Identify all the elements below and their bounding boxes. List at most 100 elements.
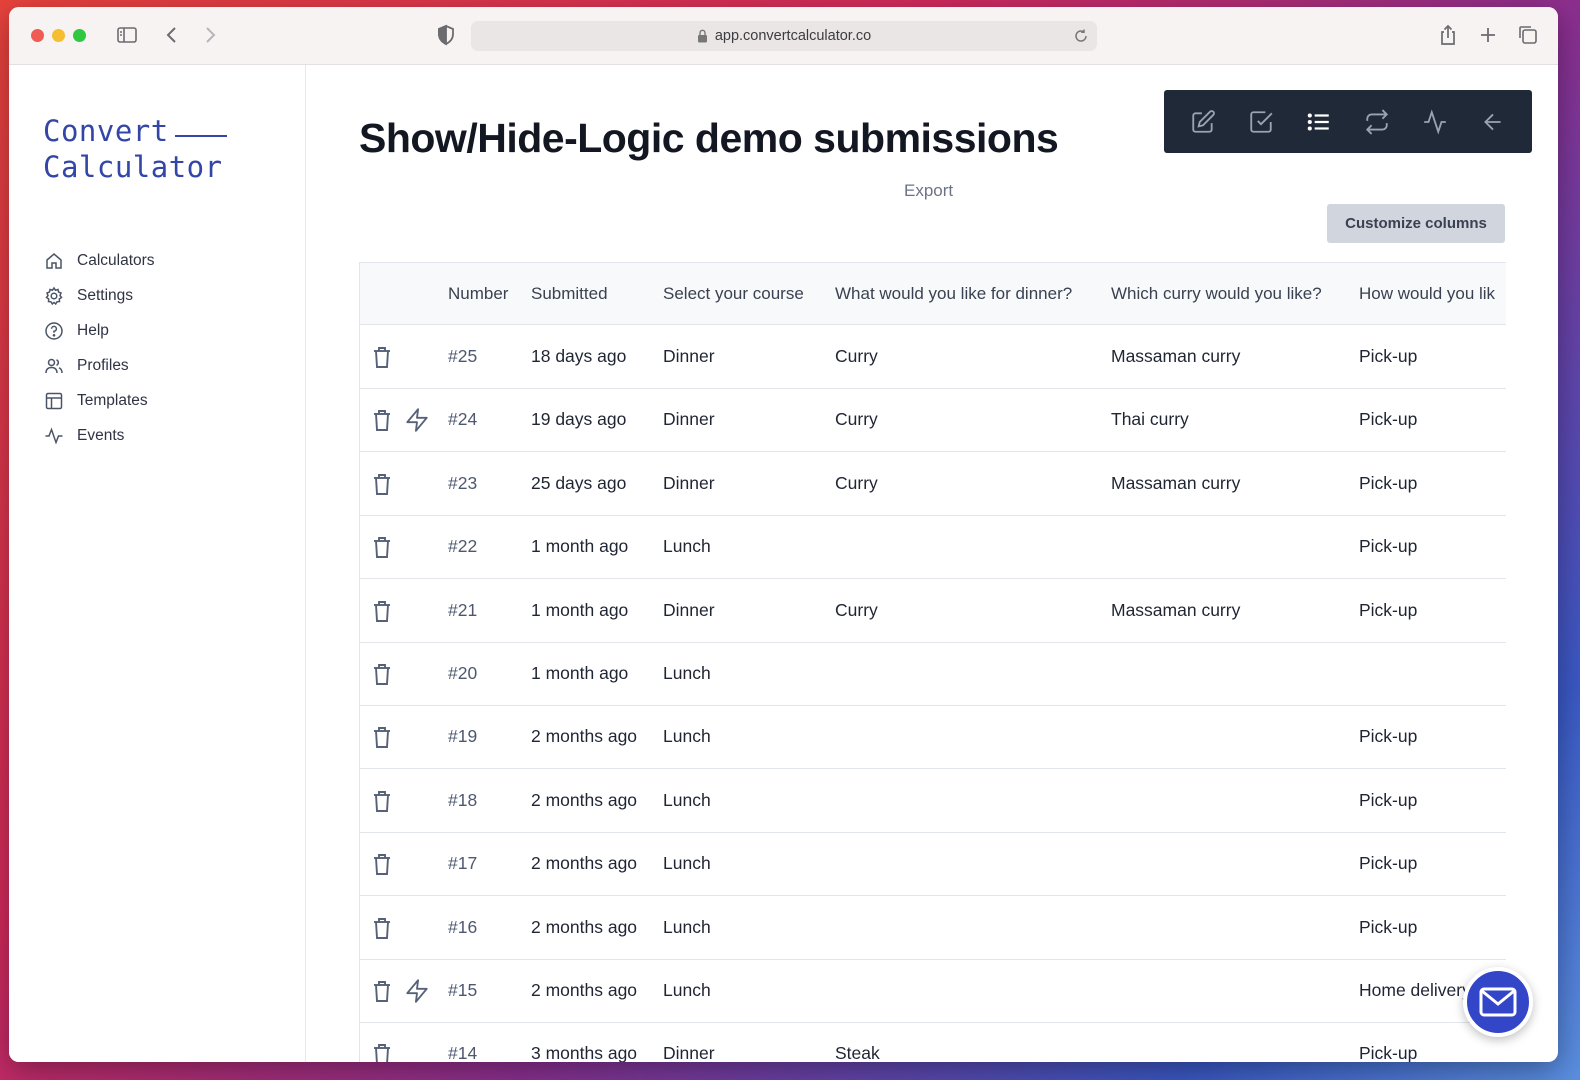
- submissions-table: Number Submitted Select your course What…: [359, 262, 1506, 1062]
- table-row[interactable]: #22 1 month ago Lunch Pick-up: [360, 515, 1506, 580]
- table-header: Number Submitted Select your course What…: [360, 263, 1506, 325]
- cell-dinner: Curry: [835, 409, 878, 430]
- sidebar-item-label: Help: [77, 321, 109, 339]
- trash-icon[interactable]: [370, 1041, 394, 1062]
- trash-icon[interactable]: [370, 534, 394, 565]
- column-header-delivery[interactable]: How would you lik: [1359, 284, 1495, 304]
- cell-curry: Massaman curry: [1111, 472, 1241, 493]
- cell-submitted: 25 days ago: [531, 472, 627, 493]
- new-tab-icon[interactable]: [1477, 23, 1499, 52]
- lightning-icon[interactable]: [404, 407, 430, 438]
- maximize-window-button[interactable]: [73, 29, 86, 42]
- sidebar-item-events[interactable]: Events: [43, 418, 155, 453]
- edit-icon[interactable]: [1186, 105, 1220, 139]
- lock-icon: [697, 29, 708, 43]
- sidebar-item-label: Calculators: [77, 251, 155, 269]
- forward-arrow-icon[interactable]: [199, 23, 221, 52]
- activity-icon[interactable]: [1418, 105, 1452, 139]
- sidebar-item-label: Settings: [77, 286, 134, 304]
- lightning-icon[interactable]: [404, 978, 430, 1009]
- export-link[interactable]: Export: [904, 181, 953, 201]
- layout-icon: [43, 390, 65, 412]
- column-header-submitted[interactable]: Submitted: [531, 284, 608, 304]
- repeat-icon[interactable]: [1360, 105, 1394, 139]
- app-logo[interactable]: Convert Calculator: [43, 113, 227, 185]
- arrow-left-icon[interactable]: [1476, 105, 1510, 139]
- cell-submitted: 19 days ago: [531, 409, 627, 430]
- column-header-number[interactable]: Number: [448, 284, 508, 304]
- cell-number: #23: [448, 472, 478, 493]
- sidebar-item-settings[interactable]: Settings: [43, 278, 155, 313]
- cell-course: Lunch: [663, 916, 711, 937]
- shield-icon[interactable]: [435, 23, 457, 52]
- table-row[interactable]: #25 18 days ago Dinner Curry Massaman curry P…: [360, 325, 1506, 389]
- table-row[interactable]: #19 2 months ago Lunch Pick-up: [360, 705, 1506, 770]
- logo-line-1: Convert: [43, 114, 169, 148]
- sidebar-item-label: Profiles: [77, 356, 129, 374]
- cell-delivery: Pick-up: [1359, 916, 1418, 937]
- back-arrow-icon[interactable]: [161, 23, 183, 52]
- cell-course: Dinner: [663, 599, 715, 620]
- trash-icon[interactable]: [370, 598, 394, 629]
- cell-course: Dinner: [663, 472, 715, 493]
- trash-icon[interactable]: [370, 788, 394, 819]
- table-row[interactable]: #14 3 months ago Dinner Steak Pick-up: [360, 1022, 1506, 1062]
- cell-delivery: Pick-up: [1359, 599, 1418, 620]
- trash-icon[interactable]: [370, 978, 394, 1009]
- cell-number: #21: [448, 599, 478, 620]
- cell-submitted: 2 months ago: [531, 789, 638, 810]
- cell-submitted: 3 months ago: [531, 1043, 638, 1062]
- trash-icon[interactable]: [370, 344, 394, 375]
- mail-icon: [1478, 986, 1518, 1018]
- cell-dinner: Curry: [835, 346, 878, 366]
- table-row[interactable]: #16 2 months ago Lunch Pick-up: [360, 896, 1506, 960]
- cell-number: #17: [448, 853, 478, 874]
- trash-icon[interactable]: [370, 471, 394, 502]
- cell-course: Lunch: [663, 663, 711, 683]
- chat-launcher-button[interactable]: [1463, 967, 1533, 1037]
- cell-delivery: Home delivery: [1359, 980, 1471, 1000]
- sidebar-item-profiles[interactable]: Profiles: [43, 348, 155, 383]
- column-header-course[interactable]: Select your course: [663, 284, 804, 304]
- reload-icon[interactable]: [1073, 28, 1089, 48]
- table-row[interactable]: #24 19 days ago Dinner Curry Thai curry Pick-…: [360, 388, 1506, 453]
- url-text: app.convertcalculator.co: [714, 28, 872, 44]
- check-square-icon[interactable]: [1244, 105, 1278, 139]
- logo-line-2: Calculator: [43, 150, 223, 184]
- home-icon: [43, 250, 65, 272]
- cell-course: Lunch: [663, 853, 711, 874]
- cell-submitted: 2 months ago: [531, 916, 638, 937]
- trash-icon[interactable]: [370, 915, 394, 946]
- close-window-button[interactable]: [31, 29, 44, 42]
- cell-course: Lunch: [663, 536, 711, 557]
- address-bar[interactable]: app.convertcalculator.co: [471, 21, 1097, 51]
- sidebar-nav: Calculators Settings Help Profiles Templ…: [43, 243, 155, 453]
- trash-icon[interactable]: [370, 724, 394, 755]
- trash-icon[interactable]: [370, 661, 394, 692]
- page-title: Show/Hide-Logic demo submissions: [359, 115, 1059, 161]
- cell-number: #19: [448, 726, 478, 747]
- list-icon[interactable]: [1302, 105, 1336, 139]
- table-row[interactable]: #20 1 month ago Lunch: [360, 642, 1506, 706]
- share-icon[interactable]: [1437, 23, 1459, 52]
- sidebar-toggle-icon[interactable]: [115, 23, 139, 52]
- minimize-window-button[interactable]: [52, 29, 65, 42]
- cell-submitted: 2 months ago: [531, 980, 638, 1000]
- table-row[interactable]: #17 2 months ago Lunch Pick-up: [360, 832, 1506, 897]
- sidebar-item-templates[interactable]: Templates: [43, 383, 155, 418]
- column-header-dinner[interactable]: What would you like for dinner?: [835, 284, 1072, 304]
- table-row[interactable]: #23 25 days ago Dinner Curry Massaman curry P…: [360, 452, 1506, 516]
- sidebar-item-help[interactable]: Help: [43, 313, 155, 348]
- tabs-overview-icon[interactable]: [1516, 23, 1540, 52]
- sidebar-item-calculators[interactable]: Calculators: [43, 243, 155, 278]
- browser-window: app.convertcalculator.co Convert Calcula…: [9, 7, 1558, 1062]
- table-row[interactable]: #21 1 month ago Dinner Curry Massaman curry P…: [360, 579, 1506, 643]
- trash-icon[interactable]: [370, 851, 394, 882]
- table-row[interactable]: #18 2 months ago Lunch Pick-up: [360, 769, 1506, 833]
- column-header-curry[interactable]: Which curry would you like?: [1111, 284, 1322, 304]
- table-row[interactable]: #15 2 months ago Lunch Home delivery: [360, 959, 1506, 1023]
- customize-columns-button[interactable]: Customize columns: [1327, 204, 1505, 243]
- cell-submitted: 2 months ago: [531, 853, 638, 874]
- cell-delivery: Pick-up: [1359, 536, 1418, 557]
- trash-icon[interactable]: [370, 407, 394, 438]
